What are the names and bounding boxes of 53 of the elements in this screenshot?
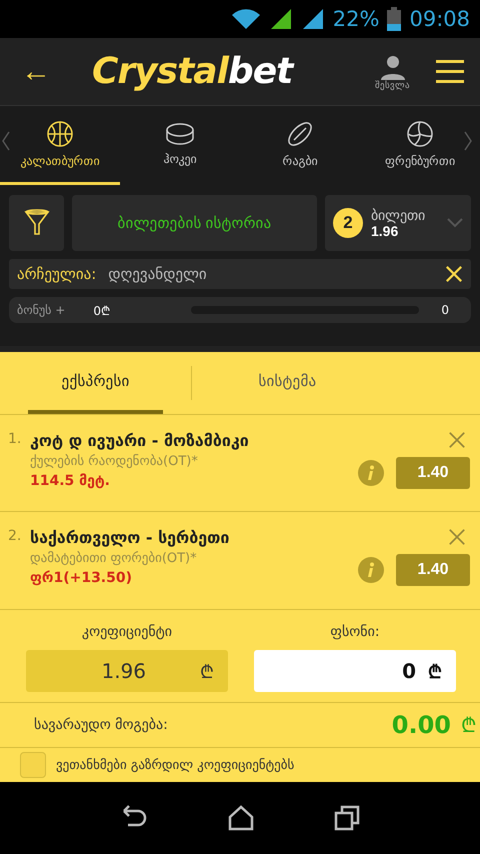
possible-win-value: 0.00 [392,710,451,739]
bet-number: 1. [8,430,22,449]
filter-value: დღევანდელი [108,265,208,283]
chevron-down-icon [447,218,463,228]
signal-icon [268,7,293,31]
chevron-left-icon [2,131,10,151]
remove-bet-button[interactable] [448,430,466,449]
menu-button[interactable] [436,60,464,83]
total-odds-field: 1.96 ₾ [26,650,228,692]
bet-type-tab[interactable]: სისტემა [220,352,355,414]
volleyball-icon [406,120,434,148]
sport-tab[interactable]: ჰოკეი [120,106,240,185]
sport-tab[interactable]: რაგბი [240,106,360,185]
match-title: საქართველო - სერბეთი [30,528,230,548]
battery-icon [387,7,402,31]
wifi-icon [230,7,261,31]
battery-percentage: 22% [332,7,380,31]
rugby-ball-icon [286,120,314,148]
currency-sign: ₾ [461,712,476,738]
bet-pick: 114.5 მეტ. [30,472,112,489]
remove-bet-button[interactable] [448,528,466,546]
signal-icon [300,7,325,31]
stake-label: ფსონი: [330,624,380,640]
checkbox[interactable] [20,752,46,778]
possible-win-label: სავარაუდო მოგება: [34,716,169,733]
agree-label: ვეთანხმები გაზრდილ კოეფიციენტებს [56,758,294,773]
bet-number: 2. [8,528,22,546]
bonus-count: 0 [441,303,449,317]
funnel-icon [24,208,50,238]
market-name: დამატებითი ფორები(OT)* [30,551,198,566]
match-title: კოტ დ ივუარი - მოზამბიკი [30,430,250,450]
basketball-icon [46,120,74,148]
filter-button[interactable] [9,195,64,251]
odds-label: კოეფიციენტი [82,624,172,640]
bonus-label: ბონუს + [17,303,66,317]
recent-apps-button[interactable] [334,805,360,831]
back-button[interactable]: ← [16,54,56,88]
bonus-amount: 0₾ [93,302,110,318]
puck-icon [165,122,195,146]
clear-filter-button[interactable] [445,265,463,283]
ticket-dropdown[interactable]: 2 ბილეთი 1.96 [325,195,471,251]
clock: 09:08 [409,7,470,31]
bet-type-tab[interactable]: ექსპრესი [28,352,163,414]
sport-tab[interactable]: ფრენბურთი [360,106,480,185]
login-button[interactable]: შესვლა [375,54,410,90]
bet-pick: ფრ1(+13.50) [30,570,134,586]
home-button[interactable] [228,805,254,831]
stake-input[interactable]: 0 ₾ [254,650,456,692]
filter-label: არჩეულია: [17,265,96,283]
market-name: ქულების რაოდენობა(OT)* [30,454,199,469]
chevron-right-icon [464,131,472,151]
ticket-history-button[interactable]: ბილეთების ისტორია [72,195,317,251]
logo: Crystalbet [92,51,296,92]
